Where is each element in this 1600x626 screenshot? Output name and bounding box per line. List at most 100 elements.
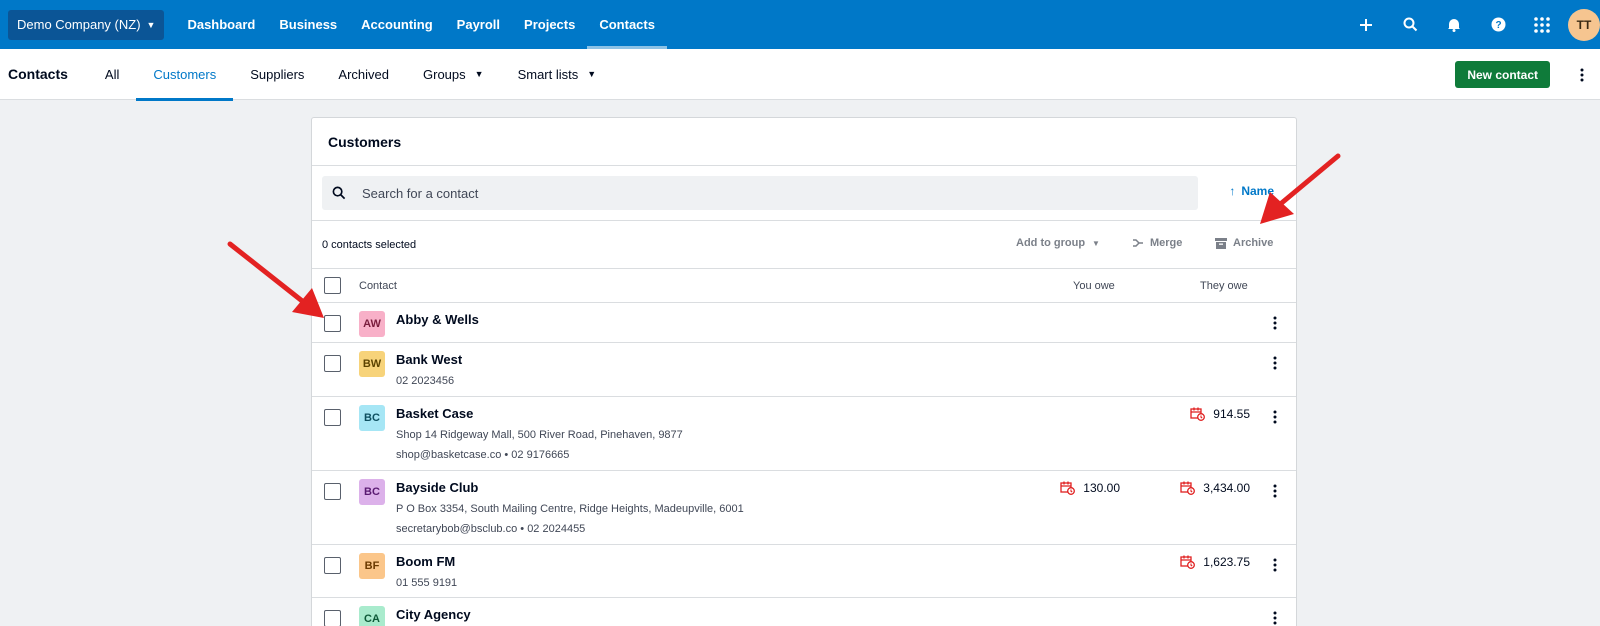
plus-icon[interactable] xyxy=(1344,0,1388,49)
nav-dashboard[interactable]: Dashboard xyxy=(175,0,267,49)
new-contact-button[interactable]: New contact xyxy=(1455,61,1550,88)
contact-name[interactable]: Basket Case xyxy=(396,406,473,421)
row-menu-icon[interactable] xyxy=(1268,483,1282,499)
contact-address: Shop 14 Ridgeway Mall, 500 River Road, P… xyxy=(396,429,683,441)
archive-button[interactable]: Archive xyxy=(1215,237,1273,249)
caret-down-icon: ▼ xyxy=(1092,238,1100,248)
you-owe-value: 130.00 xyxy=(1083,481,1120,495)
row-checkbox[interactable] xyxy=(324,315,341,332)
more-options-icon[interactable] xyxy=(1572,61,1592,88)
row-checkbox[interactable] xyxy=(324,483,341,500)
caret-down-icon: ▼ xyxy=(474,69,484,79)
they-owe-amount[interactable]: 3,434.00 xyxy=(1180,481,1250,495)
table-row[interactable]: BW Bank West 02 2023456 xyxy=(312,343,1296,397)
arrow-up-icon: ↑ xyxy=(1229,184,1236,198)
merge-button[interactable]: Merge xyxy=(1132,237,1182,249)
bell-icon[interactable] xyxy=(1432,0,1476,49)
tab-label: Customers xyxy=(153,66,217,82)
tab-label: Archived xyxy=(338,66,389,82)
overdue-calendar-icon xyxy=(1180,481,1196,495)
top-icons: ? TT xyxy=(1344,0,1600,49)
contact-name[interactable]: Bank West xyxy=(396,352,462,367)
nav-projects[interactable]: Projects xyxy=(512,0,587,49)
column-you-owe[interactable]: You owe xyxy=(1073,280,1115,292)
contact-phone: 01 555 9191 xyxy=(396,577,458,589)
nav-business[interactable]: Business xyxy=(267,0,349,49)
overdue-calendar-icon xyxy=(1180,555,1196,569)
search-icon[interactable] xyxy=(1388,0,1432,49)
merge-label: Merge xyxy=(1150,237,1183,249)
add-to-group-label: Add to group xyxy=(1016,237,1086,249)
tab-all[interactable]: All xyxy=(88,49,136,100)
row-checkbox[interactable] xyxy=(324,610,341,626)
contact-initials-badge: BW xyxy=(359,351,385,377)
nav-contacts[interactable]: Contacts xyxy=(587,0,667,49)
help-icon[interactable]: ? xyxy=(1476,0,1520,49)
table-header: Contact You owe They owe xyxy=(312,269,1296,303)
contacts-subnav: Contacts All Customers Suppliers Archive… xyxy=(0,49,1600,101)
overdue-calendar-icon xyxy=(1190,407,1206,421)
add-to-group-button[interactable]: Add to group ▼ xyxy=(1016,237,1100,249)
customers-card: Customers ↑ Name 0 contacts selected Add… xyxy=(311,117,1297,626)
search-input[interactable] xyxy=(362,185,1142,201)
column-contact[interactable]: Contact xyxy=(359,280,397,292)
organisation-switcher[interactable]: Demo Company (NZ) ▼ xyxy=(8,9,165,40)
bulk-actions-bar: 0 contacts selected Add to group ▼ Merge… xyxy=(312,221,1296,269)
table-row[interactable]: BF Boom FM 01 555 9191 1,623.75 xyxy=(312,545,1296,598)
svg-text:?: ? xyxy=(1495,20,1501,31)
contact-initials-badge: CA xyxy=(359,606,385,626)
row-checkbox[interactable] xyxy=(324,409,341,426)
sort-label: Name xyxy=(1241,184,1274,198)
they-owe-value: 914.55 xyxy=(1213,407,1250,421)
organisation-name: Demo Company (NZ) xyxy=(17,17,141,32)
contact-name[interactable]: Bayside Club xyxy=(396,480,478,495)
table-row[interactable]: BC Bayside Club P O Box 3354, South Mail… xyxy=(312,471,1296,545)
select-all-checkbox[interactable] xyxy=(324,277,341,294)
tab-groups[interactable]: Groups ▼ xyxy=(406,49,501,100)
nav-accounting[interactable]: Accounting xyxy=(349,0,445,49)
they-owe-amount[interactable]: 1,623.75 xyxy=(1180,555,1250,569)
row-checkbox[interactable] xyxy=(324,557,341,574)
tab-label: All xyxy=(104,66,120,82)
contact-initials-badge: AW xyxy=(359,311,385,337)
contact-name[interactable]: Boom FM xyxy=(396,554,455,569)
row-menu-icon[interactable] xyxy=(1268,409,1282,425)
main-nav: Dashboard Business Accounting Payroll Pr… xyxy=(175,0,667,49)
row-menu-icon[interactable] xyxy=(1268,557,1282,573)
column-they-owe[interactable]: They owe xyxy=(1200,280,1248,292)
row-menu-icon[interactable] xyxy=(1268,315,1282,331)
tab-suppliers[interactable]: Suppliers xyxy=(233,49,321,100)
contact-phone: 02 2023456 xyxy=(396,375,455,387)
tab-customers[interactable]: Customers xyxy=(136,49,234,101)
user-avatar[interactable]: TT xyxy=(1568,8,1600,41)
contact-name[interactable]: Abby & Wells xyxy=(396,312,479,327)
sort-by-name-button[interactable]: ↑ Name xyxy=(1229,184,1274,198)
contact-name[interactable]: City Agency xyxy=(396,607,471,622)
tab-archived[interactable]: Archived xyxy=(321,49,406,100)
they-owe-value: 1,623.75 xyxy=(1203,555,1250,569)
apps-grid-icon[interactable] xyxy=(1520,0,1564,49)
contact-address: P O Box 3354, South Mailing Centre, Ridg… xyxy=(396,503,744,515)
they-owe-value: 3,434.00 xyxy=(1203,481,1250,495)
row-checkbox[interactable] xyxy=(324,355,341,372)
tab-label: Suppliers xyxy=(250,66,305,82)
you-owe-amount[interactable]: 130.00 xyxy=(1060,481,1120,495)
archive-icon xyxy=(1215,237,1227,249)
row-menu-icon[interactable] xyxy=(1268,355,1282,371)
contact-initials-badge: BC xyxy=(359,405,385,431)
tab-label: Smart lists xyxy=(517,66,579,82)
table-row[interactable]: AW Abby & Wells xyxy=(312,303,1296,343)
tab-label: Groups xyxy=(423,66,466,82)
contact-initials-badge: BF xyxy=(359,553,385,579)
row-menu-icon[interactable] xyxy=(1268,610,1282,626)
tab-smart-lists[interactable]: Smart lists ▼ xyxy=(501,49,614,100)
nav-payroll[interactable]: Payroll xyxy=(445,0,512,49)
table-row[interactable]: CA City Agency xyxy=(312,598,1296,626)
caret-down-icon: ▼ xyxy=(587,69,597,79)
contact-email-phone: shop@basketcase.co • 02 9176665 xyxy=(396,449,570,461)
table-row[interactable]: BC Basket Case Shop 14 Ridgeway Mall, 50… xyxy=(312,397,1296,471)
they-owe-amount[interactable]: 914.55 xyxy=(1190,407,1250,421)
search-icon xyxy=(322,186,356,200)
overdue-calendar-icon xyxy=(1060,481,1076,495)
contact-initials-badge: BC xyxy=(359,479,385,505)
